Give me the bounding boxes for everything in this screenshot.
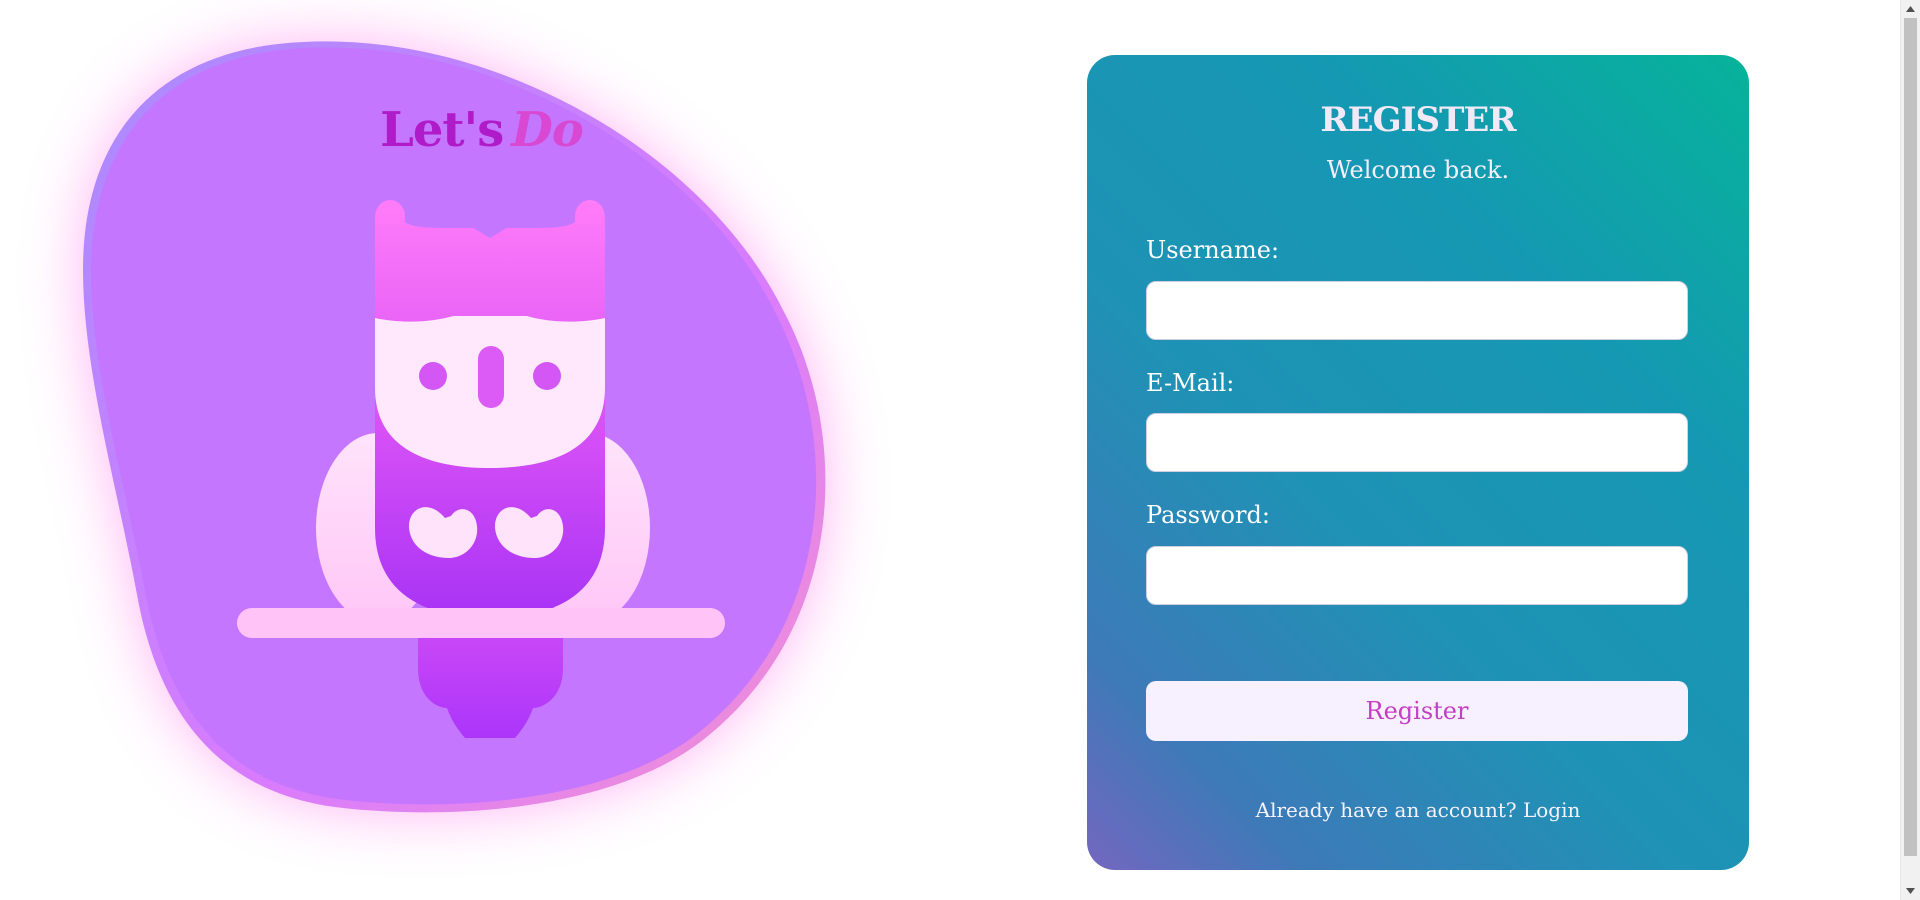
register-subtitle: Welcome back. (1326, 156, 1510, 184)
brand-logo-text: Let's Do (83, 102, 880, 158)
register-card: REGISTER Welcome back. Username: E-Mail:… (1087, 55, 1749, 870)
login-prompt: Already have an account? Login (1087, 797, 1749, 823)
password-label: Password: (1146, 501, 1270, 529)
email-label: E-Mail: (1146, 369, 1235, 397)
brand-part-lets: Let's (380, 102, 504, 158)
register-page: Let's Do REGISTER Welcome back. Username… (0, 0, 1920, 900)
username-input[interactable] (1146, 281, 1688, 340)
login-link[interactable]: Login (1523, 798, 1580, 822)
chevron-down-icon[interactable] (1901, 882, 1920, 900)
scrollbar-thumb[interactable] (1904, 18, 1917, 856)
email-input[interactable] (1146, 413, 1688, 472)
register-title: REGISTER (1320, 100, 1516, 140)
chevron-up-icon[interactable] (1901, 0, 1920, 18)
register-button[interactable]: Register (1146, 681, 1688, 741)
password-input[interactable] (1146, 546, 1688, 605)
brand-part-do: Do (511, 102, 584, 158)
hero-section: Let's Do (83, 40, 880, 813)
login-prompt-text: Already have an account? (1255, 798, 1517, 822)
page-scrollbar[interactable] (1900, 0, 1920, 900)
owl-icon (237, 200, 725, 738)
username-label: Username: (1146, 236, 1280, 264)
